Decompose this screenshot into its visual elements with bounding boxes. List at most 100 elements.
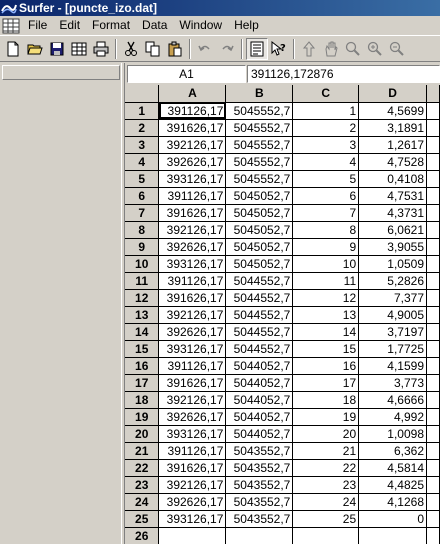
grid-cell[interactable] (358, 527, 427, 544)
grid-cell[interactable]: 4,9005 (358, 306, 427, 324)
grid-cell[interactable]: 1,7725 (358, 340, 427, 358)
row-header[interactable]: 22 (125, 459, 160, 477)
row-header[interactable]: 25 (125, 510, 160, 528)
grid-cell[interactable]: 21 (292, 442, 360, 460)
grid-cell[interactable] (426, 170, 440, 188)
worksheet-doc-icon[interactable] (2, 18, 20, 34)
grid-cell[interactable] (426, 289, 440, 307)
grid-cell[interactable] (292, 527, 360, 544)
grid-cell[interactable]: 5044052,7 (225, 391, 294, 409)
grid-cell[interactable]: 392126,17 (158, 306, 227, 324)
grid-cell[interactable]: 391126,17 (158, 272, 227, 290)
row-header[interactable]: 3 (125, 136, 160, 154)
grid-cell[interactable]: 20 (292, 425, 360, 443)
zoom-out-icon[interactable] (386, 38, 408, 60)
grid-cell[interactable]: 7,377 (358, 289, 427, 307)
grid-cell[interactable]: 3,7197 (358, 323, 427, 341)
cell-reference-box[interactable]: A1 (127, 65, 246, 83)
grid-cell[interactable]: 11 (292, 272, 360, 290)
grid-cell[interactable]: 10 (292, 255, 360, 273)
grid-cell[interactable]: 5043552,7 (225, 476, 294, 494)
grid-cell[interactable]: 5043552,7 (225, 459, 294, 477)
help-pointer-icon[interactable]: ? (268, 38, 290, 60)
cut-icon[interactable] (120, 38, 142, 60)
grid-cell[interactable]: 5045552,7 (225, 153, 294, 171)
row-header[interactable]: 11 (125, 272, 160, 290)
grid-cell[interactable] (426, 476, 440, 494)
grid-cell[interactable]: 392626,17 (158, 238, 227, 256)
row-header[interactable]: 16 (125, 357, 160, 375)
grid-cell[interactable] (426, 255, 440, 273)
row-header[interactable]: 14 (125, 323, 160, 341)
grid-cell[interactable]: 2 (292, 119, 360, 137)
grid-cell[interactable]: 393126,17 (158, 255, 227, 273)
grid-cell[interactable] (426, 102, 440, 120)
column-header[interactable]: C (292, 85, 360, 103)
row-header[interactable]: 19 (125, 408, 160, 426)
cell-value-field[interactable]: 391126,172876 (247, 65, 440, 83)
grid-cell[interactable]: 5045052,7 (225, 255, 294, 273)
grid-cell[interactable]: 5044052,7 (225, 408, 294, 426)
grid-cell[interactable]: 1,0509 (358, 255, 427, 273)
menu-format[interactable]: Format (86, 16, 136, 35)
grid-cell[interactable]: 392126,17 (158, 476, 227, 494)
pan-hand-icon[interactable] (320, 38, 342, 60)
column-header[interactable]: D (358, 85, 427, 103)
grid-cell[interactable]: 5044052,7 (225, 374, 294, 392)
grid-cell[interactable]: 4,5699 (358, 102, 427, 120)
row-header[interactable]: 21 (125, 442, 160, 460)
save-icon[interactable] (46, 38, 68, 60)
grid-cell[interactable]: 15 (292, 340, 360, 358)
row-header[interactable]: 6 (125, 187, 160, 205)
grid-cell[interactable]: 393126,17 (158, 425, 227, 443)
row-header[interactable]: 1 (125, 102, 160, 120)
grid-cell[interactable]: 5044552,7 (225, 289, 294, 307)
column-header-overflow[interactable] (426, 85, 440, 103)
grid-cell[interactable]: 0,4108 (358, 170, 427, 188)
grid-cell[interactable]: 3 (292, 136, 360, 154)
grid-cell[interactable]: 5043552,7 (225, 510, 294, 528)
grid-cell[interactable]: 0 (358, 510, 427, 528)
menu-file[interactable]: File (22, 16, 53, 35)
grid-cell[interactable]: 1 (292, 102, 360, 120)
grid-cell[interactable]: 6,362 (358, 442, 427, 460)
open-folder-icon[interactable] (24, 38, 46, 60)
row-header[interactable]: 26 (125, 527, 160, 544)
menu-help[interactable]: Help (228, 16, 265, 35)
grid-cell[interactable]: 393126,17 (158, 170, 227, 188)
redo-icon[interactable] (216, 38, 238, 60)
grid-cell[interactable] (158, 527, 227, 544)
copy-icon[interactable] (142, 38, 164, 60)
row-header[interactable]: 12 (125, 289, 160, 307)
zoom-in-icon[interactable] (364, 38, 386, 60)
grid-cell[interactable] (426, 221, 440, 239)
grid-cell[interactable]: 5044552,7 (225, 340, 294, 358)
grid-cell[interactable]: 9 (292, 238, 360, 256)
row-header[interactable]: 15 (125, 340, 160, 358)
grid-cell[interactable]: 393126,17 (158, 510, 227, 528)
grid-cell[interactable] (426, 391, 440, 409)
new-file-icon[interactable] (2, 38, 24, 60)
grid-cell[interactable]: 393126,17 (158, 340, 227, 358)
grid-cell[interactable]: 392126,17 (158, 221, 227, 239)
grid-cell[interactable]: 6 (292, 187, 360, 205)
grid-cell[interactable]: 17 (292, 374, 360, 392)
grid-cell[interactable]: 392626,17 (158, 153, 227, 171)
grid-cell[interactable]: 16 (292, 357, 360, 375)
grid-cell[interactable] (426, 374, 440, 392)
grid-cell[interactable] (426, 408, 440, 426)
grid-cell[interactable]: 391126,17 (158, 102, 227, 120)
undo-icon[interactable] (194, 38, 216, 60)
grid-cell[interactable]: 392626,17 (158, 493, 227, 511)
grid-cell[interactable]: 391626,17 (158, 204, 227, 222)
grid-cell[interactable]: 23 (292, 476, 360, 494)
grid-cell[interactable]: 391126,17 (158, 187, 227, 205)
grid-cell[interactable]: 3,773 (358, 374, 427, 392)
grid-cell[interactable]: 5043552,7 (225, 442, 294, 460)
grid-cell[interactable] (426, 119, 440, 137)
grid-cell[interactable]: 5045052,7 (225, 187, 294, 205)
grid-cell[interactable]: 24 (292, 493, 360, 511)
grid-cell[interactable]: 5045052,7 (225, 204, 294, 222)
grid-cell[interactable]: 4,1268 (358, 493, 427, 511)
grid-cell[interactable] (426, 510, 440, 528)
